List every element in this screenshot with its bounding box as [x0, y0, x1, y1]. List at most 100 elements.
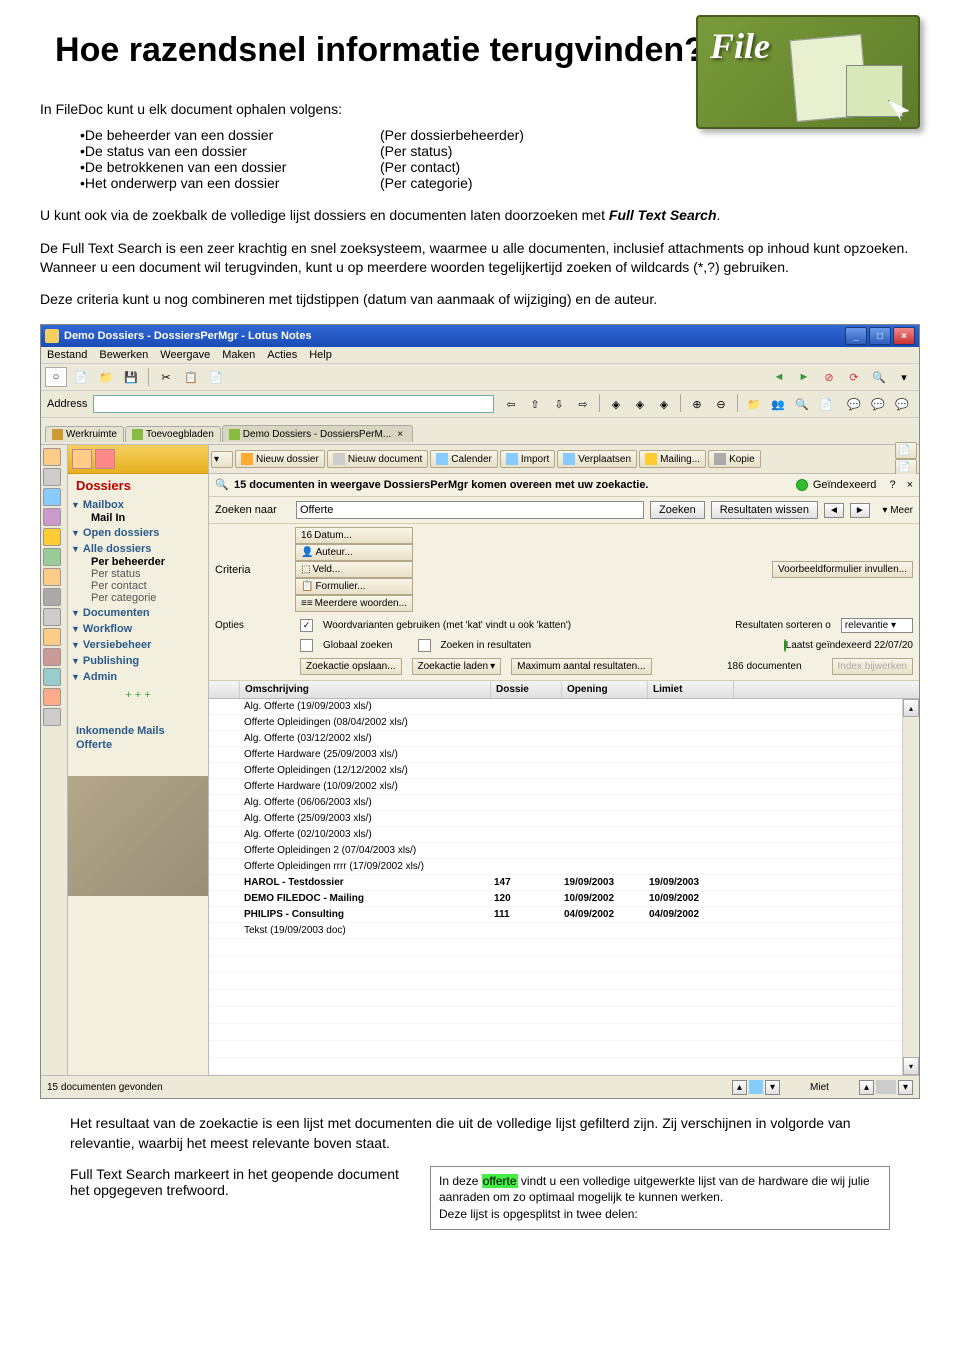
nav-header-icon[interactable] — [95, 449, 115, 469]
copy-icon[interactable]: 📋 — [180, 367, 202, 387]
scroll-up-icon[interactable]: ▴ — [903, 699, 919, 717]
forward-icon[interactable]: ► — [793, 367, 815, 387]
chat-icon[interactable]: 💬 — [891, 394, 913, 414]
rail-icon[interactable] — [43, 668, 61, 686]
variants-checkbox[interactable]: ✓ — [300, 619, 313, 632]
rail-icon[interactable] — [43, 488, 61, 506]
search-icon[interactable]: 🔍 — [868, 367, 890, 387]
criteria-button[interactable]: 16 Datum... — [295, 527, 413, 544]
table-row[interactable]: Alg. Offerte (03/12/2002 xls/) — [209, 731, 919, 747]
doc-toolbar-button[interactable]: Mailing... — [639, 450, 706, 468]
nav-item[interactable]: ▼Alle dossiers — [71, 542, 205, 556]
rail-icon[interactable] — [43, 448, 61, 466]
column-header[interactable]: Limiet — [648, 681, 734, 698]
doc-toolbar-button[interactable]: Nieuw document — [327, 450, 428, 468]
nav-icon[interactable]: ⊖ — [710, 394, 732, 414]
save-search-button[interactable]: Zoekactie opslaan... — [300, 658, 402, 675]
paste-icon[interactable]: 📄 — [205, 367, 227, 387]
nav-sub-item[interactable]: Per categorie — [71, 592, 205, 604]
doc-toolbar-button[interactable]: Nieuw dossier — [235, 450, 325, 468]
status-nav-icon[interactable]: ▴ — [732, 1080, 747, 1095]
nav-item[interactable]: ▼Versiebeheer — [71, 638, 205, 652]
nav-icon[interactable]: 📁 — [743, 394, 765, 414]
tab[interactable]: Werkruimte — [45, 426, 124, 442]
dropdown-icon[interactable]: ▾ — [211, 451, 233, 468]
table-row[interactable]: Offerte Hardware (25/09/2003 xls/) — [209, 747, 919, 763]
nav-icon[interactable]: ⇦ — [500, 394, 522, 414]
nav-item[interactable]: ▼Admin — [71, 670, 205, 684]
nav-icon[interactable]: ⇨ — [572, 394, 594, 414]
help-icon[interactable]: ? — [889, 479, 895, 491]
nav-bottom-item[interactable]: Inkomende Mails — [76, 724, 200, 738]
next-result-button[interactable]: ► — [850, 503, 870, 518]
rail-icon[interactable] — [43, 528, 61, 546]
table-row[interactable]: Offerte Opleidingen (08/04/2002 xls/) — [209, 715, 919, 731]
rail-icon[interactable] — [43, 648, 61, 666]
column-header[interactable]: Omschrijving — [240, 681, 491, 698]
more-toggle[interactable]: ▾ Meer — [882, 505, 913, 516]
nav-icon[interactable]: ⇧ — [524, 394, 546, 414]
chat-icon[interactable]: 💬 — [867, 394, 889, 414]
table-row[interactable]: Tekst (19/09/2003 doc) — [209, 923, 919, 939]
rail-icon[interactable] — [43, 468, 61, 486]
nav-item[interactable]: ▼Workflow — [71, 622, 205, 636]
back-icon[interactable]: ◄ — [768, 367, 790, 387]
nav-icon[interactable]: ⊕ — [686, 394, 708, 414]
update-index-button[interactable]: Index bijwerken — [832, 658, 913, 675]
rail-icon[interactable] — [43, 548, 61, 566]
table-row[interactable]: Alg. Offerte (25/09/2003 xls/) — [209, 811, 919, 827]
table-row[interactable]: HAROL - Testdossier14719/09/200319/09/20… — [209, 875, 919, 891]
criteria-button[interactable]: ≡≡ Meerdere woorden... — [295, 595, 413, 612]
global-checkbox[interactable] — [300, 639, 313, 652]
search-input[interactable] — [296, 501, 644, 519]
nav-sub-item[interactable]: Per beheerder — [71, 556, 205, 568]
nav-item[interactable]: ▼Mailbox — [71, 498, 205, 512]
vertical-scrollbar[interactable]: ▴ ▾ — [902, 699, 919, 1075]
people-icon[interactable]: 👥 — [767, 394, 789, 414]
table-row[interactable]: Alg. Offerte (06/06/2003 xls/) — [209, 795, 919, 811]
rail-icon[interactable] — [43, 708, 61, 726]
rail-icon[interactable] — [43, 588, 61, 606]
nav-icon[interactable]: ◈ — [653, 394, 675, 414]
nav-icon[interactable]: ◈ — [629, 394, 651, 414]
status-nav-icon[interactable]: ▾ — [898, 1080, 913, 1095]
stop-icon[interactable]: ⊘ — [818, 367, 840, 387]
search-icon[interactable]: 🔍 — [791, 394, 813, 414]
clear-results-button[interactable]: Resultaten wissen — [711, 501, 818, 519]
criteria-button[interactable]: 👤 Auteur... — [295, 544, 413, 561]
toolbar-icon[interactable]: ○ — [45, 367, 67, 387]
doc-toolbar-button[interactable]: Kopie — [708, 450, 761, 468]
chat-icon[interactable]: 💬 — [843, 394, 865, 414]
table-row[interactable]: Offerte Opleidingen 2 (07/04/2003 xls/) — [209, 843, 919, 859]
close-button[interactable]: × — [893, 327, 915, 345]
table-row[interactable]: PHILIPS - Consulting11104/09/200204/09/2… — [209, 907, 919, 923]
sort-select[interactable]: relevantie ▾ — [841, 618, 913, 633]
nav-icon[interactable]: ◈ — [605, 394, 627, 414]
load-search-button[interactable]: Zoekactie laden ▾ — [412, 658, 502, 675]
nav-bottom-item[interactable]: Offerte — [76, 738, 200, 752]
rail-icon[interactable] — [43, 568, 61, 586]
nav-sub-item[interactable]: Mail In — [71, 512, 205, 524]
close-search-icon[interactable]: × — [907, 479, 913, 491]
menu-item[interactable]: Acties — [267, 349, 297, 361]
table-row[interactable]: Offerte Opleidingen (12/12/2002 xls/) — [209, 763, 919, 779]
max-results-button[interactable]: Maximum aantal resultaten... — [511, 658, 651, 675]
table-row[interactable]: DEMO FILEDOC - Mailing12010/09/200210/09… — [209, 891, 919, 907]
nav-sub-item[interactable]: Per contact — [71, 580, 205, 592]
toolbar-icon[interactable]: 📄 — [895, 442, 917, 459]
nav-icon[interactable]: 📄 — [815, 394, 837, 414]
menu-item[interactable]: Weergave — [160, 349, 210, 361]
nav-sub-item[interactable]: Per status — [71, 568, 205, 580]
refresh-icon[interactable]: ⟳ — [843, 367, 865, 387]
column-header[interactable]: Opening — [562, 681, 648, 698]
nav-add[interactable]: + + + — [68, 685, 208, 705]
column-header[interactable]: Dossie — [491, 681, 562, 698]
maximize-button[interactable]: □ — [869, 327, 891, 345]
toolbar-icon[interactable]: 💾 — [120, 367, 142, 387]
rail-icon[interactable] — [43, 628, 61, 646]
menu-item[interactable]: Maken — [222, 349, 255, 361]
table-row[interactable]: Alg. Offerte (02/10/2003 xls/) — [209, 827, 919, 843]
in-results-checkbox[interactable] — [418, 639, 431, 652]
criteria-button[interactable]: ⬚ Veld... — [295, 561, 413, 578]
tab[interactable]: Demo Dossiers - DossiersPerM...× — [222, 425, 413, 442]
